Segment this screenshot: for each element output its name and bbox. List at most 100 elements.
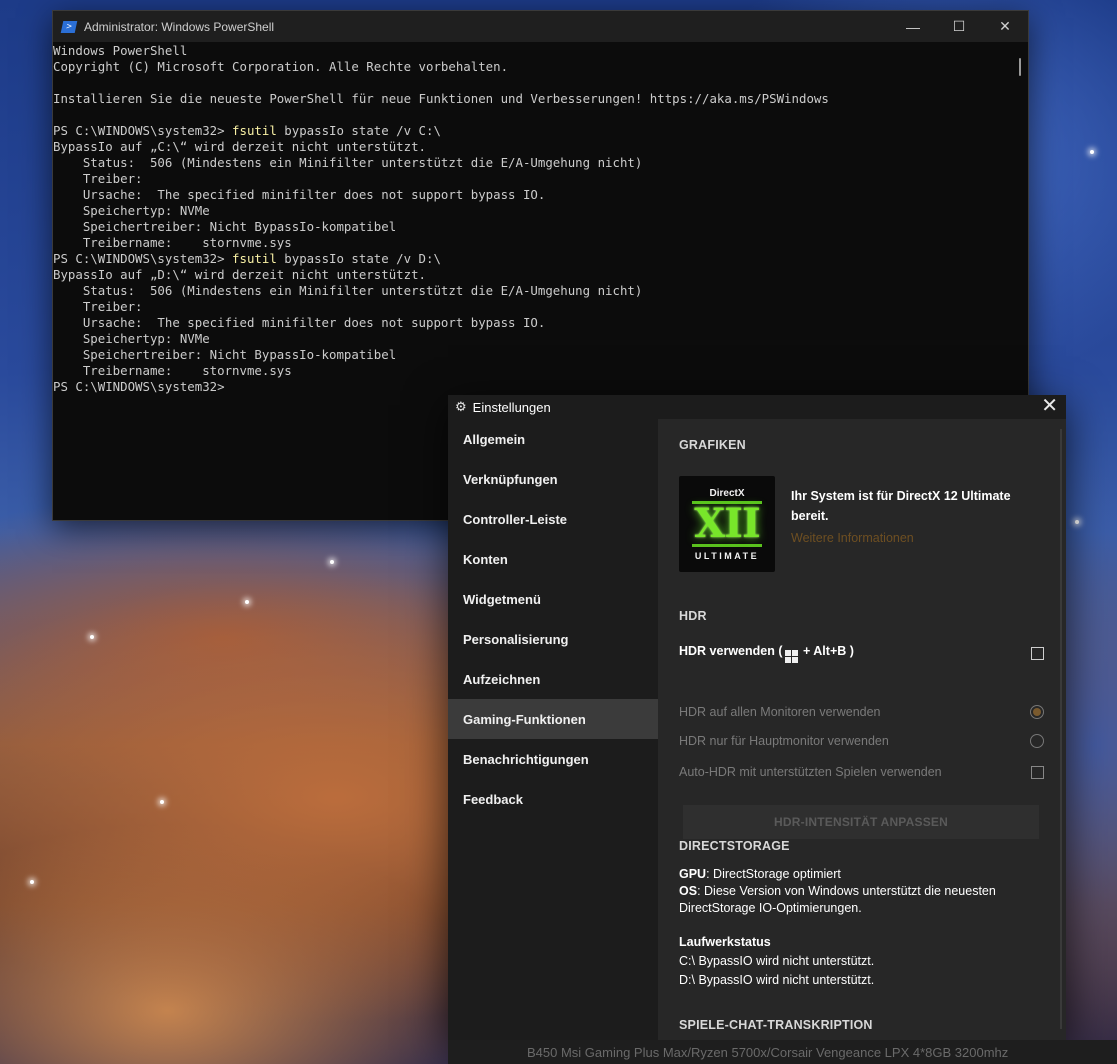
auto-hdr-row: Auto-HDR mit unterstützten Spielen verwe… bbox=[679, 762, 1044, 782]
drive-d-status: D:\ BypassIO wird nicht unterstützt. bbox=[679, 973, 875, 987]
use-hdr-label-prefix: HDR verwenden ( bbox=[679, 643, 783, 658]
hdr-main-monitor-label: HDR nur für Hauptmonitor verwenden bbox=[679, 734, 889, 748]
settings-titlebar: ⚙ Einstellungen ✕ bbox=[448, 395, 1066, 419]
powershell-titlebar[interactable]: > Administrator: Windows PowerShell — ☐ … bbox=[53, 11, 1028, 42]
nav-item-benachrichtigungen[interactable]: Benachrichtigungen bbox=[448, 739, 658, 779]
radio-selected-dot bbox=[1033, 708, 1041, 716]
hdr-intensity-button[interactable]: HDR-INTENSITÄT ANPASSEN bbox=[683, 805, 1039, 839]
console-line: BypassIo auf „C:\“ wird derzeit nicht un… bbox=[53, 139, 426, 154]
hdr-all-monitors-row: HDR auf allen Monitoren verwenden bbox=[679, 702, 1044, 722]
console-line: Ursache: The specified minifilter does n… bbox=[53, 187, 546, 202]
powershell-icon: > bbox=[60, 20, 78, 33]
drive-status-heading: Laufwerkstatus bbox=[679, 935, 771, 949]
auto-hdr-checkbox[interactable] bbox=[1031, 765, 1044, 779]
background-star bbox=[30, 880, 34, 884]
console-line: Speichertyp: NVMe bbox=[53, 203, 210, 218]
nav-item-konten[interactable]: Konten bbox=[448, 539, 658, 579]
gear-icon: ⚙ bbox=[455, 399, 467, 414]
console-line: BypassIo auf „D:\“ wird derzeit nicht un… bbox=[53, 267, 426, 282]
console-command-args: bypassIo state /v D:\ bbox=[276, 251, 441, 266]
console-line: Treibername: stornvme.sys bbox=[53, 235, 292, 250]
console-scrollbar[interactable] bbox=[1019, 58, 1021, 76]
nav-item-personalisierung[interactable]: Personalisierung bbox=[448, 619, 658, 659]
nav-item-aufzeichnen[interactable]: Aufzeichnen bbox=[448, 659, 658, 699]
close-button[interactable]: ✕ bbox=[982, 11, 1028, 42]
windows-key-icon bbox=[784, 649, 798, 663]
nav-item-feedback[interactable]: Feedback bbox=[448, 779, 658, 819]
hdr-main-monitor-radio[interactable] bbox=[1030, 734, 1044, 748]
console-line: PS C:\WINDOWS\system32> fsutil bypassIo … bbox=[53, 123, 1010, 139]
console-line: Ursache: The specified minifilter does n… bbox=[53, 315, 546, 330]
os-status: OS: Diese Version von Windows unterstütz… bbox=[679, 883, 1049, 917]
nav-item-allgemein[interactable]: Allgemein bbox=[448, 419, 658, 459]
settings-title: Einstellungen bbox=[472, 399, 551, 415]
section-heading-grafiken: GRAFIKEN bbox=[679, 438, 746, 452]
console-line: PS C:\WINDOWS\system32> bbox=[53, 379, 225, 394]
section-heading-chat-transcription: SPIELE-CHAT-TRANSKRIPTION bbox=[679, 1018, 873, 1032]
nav-item-widgetmenue[interactable]: Widgetmenü bbox=[448, 579, 658, 619]
use-hdr-label: HDR verwenden ( + Alt+B ) bbox=[679, 644, 1031, 663]
console-line: Treibername: stornvme.sys bbox=[53, 363, 292, 378]
console-line: Speichertreiber: Nicht BypassIo-kompatib… bbox=[53, 347, 397, 362]
settings-content: GRAFIKEN DirectX XII ULTIMATE Ihr System… bbox=[658, 419, 1066, 1040]
nav-item-gaming-funktionen[interactable]: Gaming-Funktionen bbox=[448, 699, 658, 739]
console-command: fsutil bbox=[232, 251, 277, 266]
more-info-link[interactable]: Weitere Informationen bbox=[791, 531, 914, 545]
powershell-title: Administrator: Windows PowerShell bbox=[84, 19, 275, 34]
drive-status-block: Laufwerkstatus C:\ BypassIO wird nicht u… bbox=[679, 933, 874, 990]
gpu-status: GPU: DirectStorage optimiert bbox=[679, 866, 1049, 883]
use-hdr-label-suffix: + Alt+B ) bbox=[799, 643, 854, 658]
console-command: fsutil bbox=[232, 123, 277, 138]
directstorage-info: GPU: DirectStorage optimiert OS: Diese V… bbox=[679, 866, 1049, 917]
console-line: Treiber: bbox=[53, 299, 143, 314]
window-controls: — ☐ ✕ bbox=[890, 11, 1028, 42]
logo-text-ultimate: ULTIMATE bbox=[694, 550, 760, 561]
hdr-all-monitors-radio[interactable] bbox=[1030, 705, 1044, 719]
xbox-gamebar-settings-window[interactable]: ⚙ Einstellungen ✕ Allgemein Verknüpfunge… bbox=[448, 395, 1066, 1040]
os-label: OS bbox=[679, 884, 698, 898]
background-info-strip: B450 Msi Gaming Plus Max/Ryzen 5700x/Cor… bbox=[448, 1040, 1117, 1064]
console-line: Speichertreiber: Nicht BypassIo-kompatib… bbox=[53, 219, 397, 234]
console-line: Installieren Sie die neueste PowerShell … bbox=[53, 91, 829, 106]
gpu-label: GPU bbox=[679, 867, 707, 881]
maximize-button[interactable]: ☐ bbox=[936, 11, 982, 42]
directx-status-text: Ihr System ist für DirectX 12 Ultimate b… bbox=[791, 489, 1011, 523]
use-hdr-row: HDR verwenden ( + Alt+B ) bbox=[679, 643, 1044, 663]
use-hdr-checkbox[interactable] bbox=[1031, 646, 1044, 660]
console-command-args: bypassIo state /v C:\ bbox=[276, 123, 441, 138]
section-heading-directstorage: DIRECTSTORAGE bbox=[679, 839, 790, 853]
console-line: Copyright (C) Microsoft Corporation. All… bbox=[53, 59, 509, 74]
logo-text-xii: XII bbox=[692, 499, 762, 547]
settings-nav: Allgemein Verknüpfungen Controller-Leist… bbox=[448, 419, 658, 1040]
close-button[interactable]: ✕ bbox=[1041, 395, 1058, 418]
section-heading-hdr: HDR bbox=[679, 609, 707, 623]
console-line: Treiber: bbox=[53, 171, 143, 186]
gpu-value: : DirectStorage optimiert bbox=[706, 867, 841, 881]
background-star bbox=[330, 560, 334, 564]
background-star bbox=[1075, 520, 1079, 524]
settings-scrollbar[interactable] bbox=[1060, 429, 1062, 1029]
background-star bbox=[245, 600, 249, 604]
background-star bbox=[1090, 150, 1094, 154]
console-line: Status: 506 (Mindestens ein Minifilter u… bbox=[53, 155, 643, 170]
minimize-button[interactable]: — bbox=[890, 11, 936, 42]
background-star bbox=[160, 800, 164, 804]
logo-text-directx: DirectX bbox=[709, 487, 745, 499]
background-star bbox=[90, 635, 94, 639]
system-specs-text: B450 Msi Gaming Plus Max/Ryzen 5700x/Cor… bbox=[527, 1045, 1009, 1060]
console-prompt: PS C:\WINDOWS\system32> bbox=[53, 251, 233, 266]
console-line: Windows PowerShell bbox=[53, 43, 188, 58]
hdr-all-monitors-label: HDR auf allen Monitoren verwenden bbox=[679, 705, 881, 719]
nav-item-controller-leiste[interactable]: Controller-Leiste bbox=[448, 499, 658, 539]
console-line: Speichertyp: NVMe bbox=[53, 331, 210, 346]
os-value: : Diese Version von Windows unterstützt … bbox=[679, 884, 996, 915]
directx-12-ultimate-logo: DirectX XII ULTIMATE bbox=[679, 476, 775, 572]
console-line: PS C:\WINDOWS\system32> fsutil bypassIo … bbox=[53, 251, 1010, 267]
console-prompt: PS C:\WINDOWS\system32> bbox=[53, 123, 233, 138]
drive-c-status: C:\ BypassIO wird nicht unterstützt. bbox=[679, 954, 875, 968]
nav-item-verknuepfungen[interactable]: Verknüpfungen bbox=[448, 459, 658, 499]
hdr-main-monitor-row: HDR nur für Hauptmonitor verwenden bbox=[679, 731, 1044, 751]
auto-hdr-label: Auto-HDR mit unterstützten Spielen verwe… bbox=[679, 765, 942, 779]
console-line: Status: 506 (Mindestens ein Minifilter u… bbox=[53, 283, 643, 298]
